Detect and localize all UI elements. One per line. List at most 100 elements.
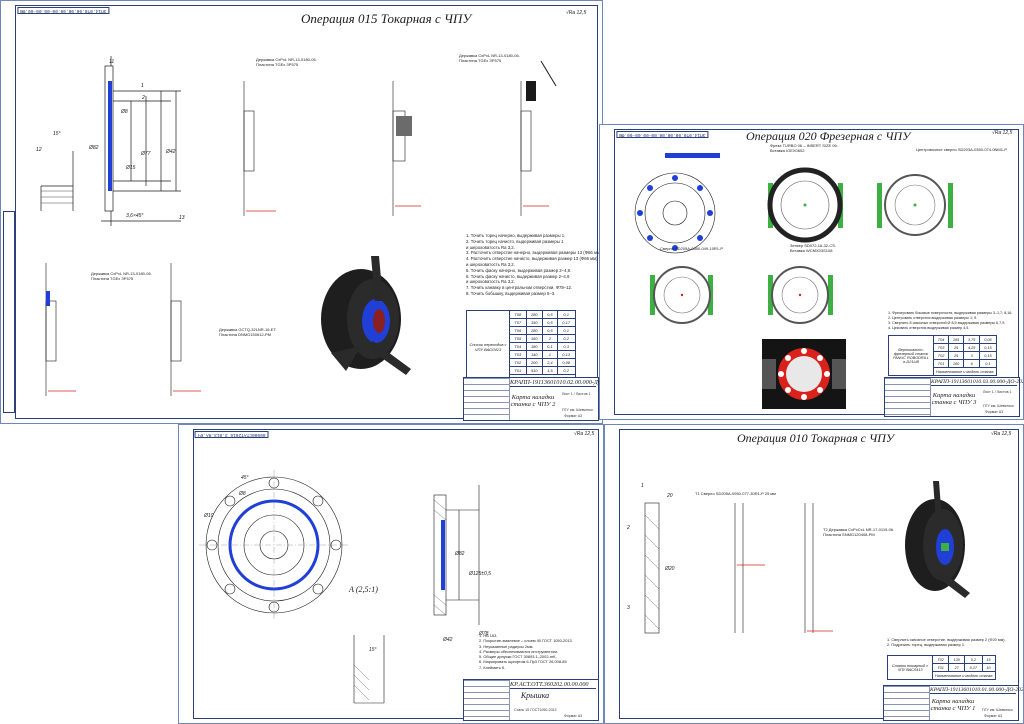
tool-label-drill: Сверло SD205A-0850-049-10R1-P <box>660 246 724 251</box>
table-cell: 0,1 <box>541 342 558 351</box>
svg-text:20: 20 <box>666 493 673 499</box>
tool-table: Станок токарный с ЧПУ ВАСЛ413 Т02 130 0,2 1… <box>887 655 996 680</box>
table-cell: 0,06 <box>979 335 997 344</box>
title-block: КР.АСТ.ОТТ.360202.00.00.000 Крышка Сталь… <box>463 679 599 721</box>
operation-notes: 1. Точить торец начерно, выдерживая разм… <box>466 233 602 297</box>
svg-text:Ø77: Ø77 <box>140 151 151 157</box>
svg-text:15°: 15° <box>53 131 61 137</box>
table-cell: 0,5 <box>541 326 558 335</box>
svg-text:Ø15: Ø15 <box>125 165 136 171</box>
table-cell: 160 <box>948 359 965 368</box>
table-cell: 0,08 <box>556 358 576 367</box>
document-code: КР.АСТ.ОТТ.360202.00.00.000 <box>510 681 596 689</box>
sheet-operation-010: Операция 010 Токарная с ЧПУ √Ra 12,5 123… <box>604 424 1024 724</box>
organization: ПГУ им. Шевченко <box>983 404 1014 408</box>
part-material: Сталь 15 ГОСТ1050-2013 <box>514 708 557 712</box>
sheet-operation-015: ЭП14.0Т0.00.00.00.00-00.00-00.ФВ Операци… <box>0 0 603 424</box>
table-cell: 200 <box>525 358 543 367</box>
svg-text:2: 2 <box>626 525 630 531</box>
table-cell: Т05 <box>509 334 527 343</box>
table-cell: 180 <box>525 342 543 351</box>
table-cell: 4,25 <box>963 343 981 352</box>
table-footer: Наименование и модель станка <box>933 367 997 376</box>
table-cell: Т03 <box>509 350 527 359</box>
table-cell: Т02 <box>509 358 527 367</box>
table-cell: Т04 <box>509 342 527 351</box>
table-cell: 0,1 <box>556 310 576 319</box>
tool-label-1: Державка CxPxL NR-13-0180-06. Пластина T… <box>256 57 317 67</box>
table-cell: 150 <box>525 318 543 327</box>
title-block-grid <box>464 680 510 720</box>
table-cell: 2 <box>541 334 558 343</box>
svg-text:Ø8: Ø8 <box>238 491 246 497</box>
svg-text:Ø10: Ø10 <box>203 513 214 519</box>
tool-table: Список переходов с ЧПУ ВАСЛ413 Т08 280 0,5… <box>466 310 576 383</box>
table-caption: Вертикально-фрезерный станок FANUC ROBOD… <box>888 335 934 376</box>
part-name: Крышка <box>520 691 550 700</box>
note-line: 2. Подрезать торец, выдерживая размер 1. <box>887 642 966 648</box>
table-cell: 0,1 <box>979 359 997 368</box>
tool-label-2: Державка CxPxL NR-13-0180-06. Пластина T… <box>459 53 520 63</box>
table-cell: 0,5 <box>541 310 558 319</box>
table-cell: Т04 <box>932 335 950 344</box>
document-name: Карта наладки станка с ЧПУ 1 <box>930 698 976 713</box>
format-label: Формат А3 <box>564 414 583 418</box>
organization: ПГУ им. Шевченко <box>982 708 1013 712</box>
table-cell: 280 <box>525 326 543 335</box>
fixture-view-3 <box>650 266 713 324</box>
svg-text:Ø8: Ø8 <box>120 109 128 115</box>
svg-text:15°: 15° <box>369 647 377 653</box>
sheet-operation-020: ЭП14.0Т0.00.00.00.00-00.00-00.ФВ Операци… <box>599 124 1024 420</box>
table-cell: Т03 <box>932 343 950 352</box>
table-cell: 29 <box>948 343 965 352</box>
table-caption: Список переходов с ЧПУ ВАСЛ413 <box>466 310 510 383</box>
svg-text:13: 13 <box>179 215 185 221</box>
title-block-grid <box>885 378 931 416</box>
svg-text:Ø42: Ø42 <box>165 149 176 155</box>
svg-text:Ø82: Ø82 <box>88 145 99 151</box>
table-cell: 0,15 <box>979 343 997 352</box>
document-name: Карта наладки станка с ЧПУ 3 <box>931 392 977 407</box>
document-code: КРАПП-19113601010.01.00.000-ДО-2023 <box>930 687 1024 694</box>
document-code: КРАПП-19113601010.03.00.000-ДО-2023 <box>931 379 1024 386</box>
title-block: КРАПП-19113601010.01.00.000-ДО-2023 Карт… <box>883 685 1024 721</box>
sheet-info: Лист 1 / Листов 1 <box>983 390 1012 394</box>
svg-text:3: 3 <box>627 605 630 611</box>
document-code: КРАПП-19113601010.02.00.000-ДО-2023 <box>510 379 603 387</box>
operation-notes: 1. Сверлить сквозное отверстие, выдержив… <box>887 637 1006 648</box>
table-cell: 2,4 <box>541 358 558 367</box>
format-label: Формат А3 <box>564 714 583 718</box>
title-block-grid <box>464 378 510 420</box>
table-cell: Т06 <box>509 326 527 335</box>
table-cell: 130 <box>948 655 966 664</box>
table-cell: 0,2 <box>556 334 576 343</box>
table-cell: 3,75 <box>963 335 981 344</box>
table-cell: 29 <box>948 351 965 360</box>
operation-notes: 1. Фрезеровать боковые поверхности, выде… <box>888 311 1012 331</box>
note-line: 4. Цековать отверстия выдерживая размер … <box>888 325 970 330</box>
fixture-view-4 <box>768 266 833 324</box>
fixture-view-2 <box>877 174 953 236</box>
table-cell: Т01 <box>509 366 527 375</box>
tool-label-center-drill: Центровочное сверло SD203A-0350-074-0NM1… <box>916 147 1007 152</box>
tool-label-1: Т1 Сверло SD205A-0950-077-30R1-P 25 мм <box>695 491 776 496</box>
fixture-3d-render <box>321 256 411 375</box>
svg-text:1: 1 <box>141 83 144 89</box>
svg-text:12: 12 <box>36 147 42 153</box>
table-cell: 160 <box>525 334 543 343</box>
tool-label-2: Т2 Державка CxPxCxL NR-17-0119-06. Пласт… <box>823 527 895 537</box>
table-cell: 0,17 <box>556 318 576 327</box>
tool-label-countersink: Зенкер SD072-16-32-CS. Вставка WCMX03S10… <box>790 243 836 253</box>
note-line: 8. Точить бобышку, выдерживая размер 5–3… <box>466 290 556 296</box>
format-label: Формат А3 <box>985 410 1004 414</box>
table-cell: Т08 <box>509 310 527 319</box>
table-cell: 27 <box>948 663 966 672</box>
svg-text:Ø42: Ø42 <box>442 637 453 643</box>
fixture-view-1 <box>767 167 843 243</box>
table-cell: Т07 <box>509 318 527 327</box>
table-cell: 0,5 <box>541 318 558 327</box>
table-cell: Т02 <box>931 655 950 664</box>
svg-text:2: 2 <box>141 95 145 101</box>
table-cell: 0,2 <box>556 366 576 375</box>
svg-text:1: 1 <box>641 483 644 489</box>
